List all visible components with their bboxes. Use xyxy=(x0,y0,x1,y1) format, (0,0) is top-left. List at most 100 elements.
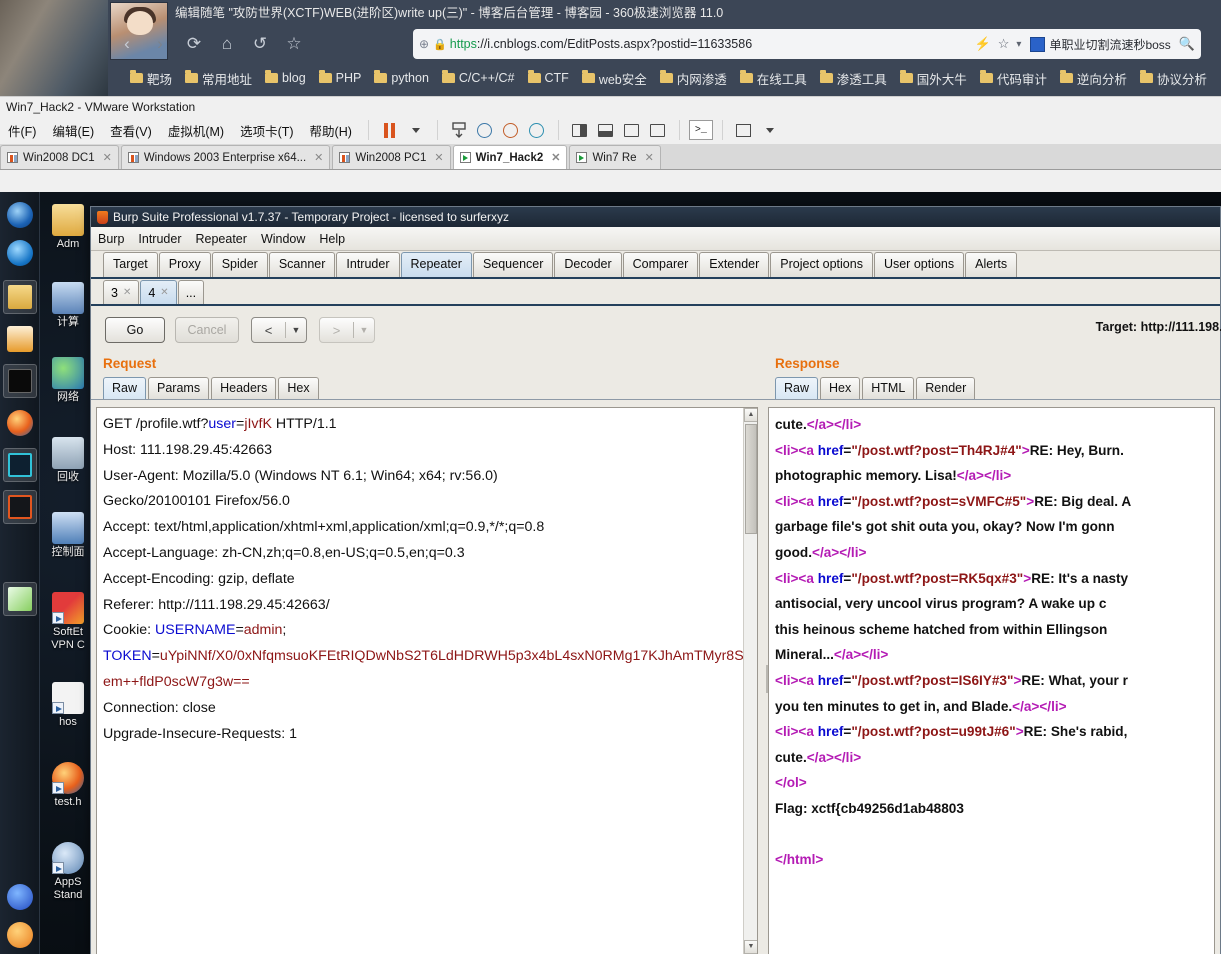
vm-tab-windows-2003[interactable]: Windows 2003 Enterprise x64... ✕ xyxy=(120,145,331,169)
repeater-tab-4[interactable]: 4 ✕ xyxy=(140,280,177,304)
show-library-icon[interactable] xyxy=(567,118,593,142)
manage-snapshots-icon[interactable] xyxy=(524,118,550,142)
command-prompt-icon[interactable] xyxy=(3,364,37,398)
menu-view[interactable]: 查看(V) xyxy=(102,121,160,140)
desktop-icon-control-panel[interactable]: 控制面 xyxy=(42,512,94,559)
chevron-down-icon[interactable]: ▼ xyxy=(286,325,306,335)
tab-comparer[interactable]: Comparer xyxy=(622,252,699,277)
tab-alerts[interactable]: Alerts xyxy=(965,252,1018,277)
menu-help[interactable]: 帮助(H) xyxy=(302,121,360,140)
snapshot-manager-icon[interactable] xyxy=(446,118,472,142)
reload-icon[interactable]: ⟳ xyxy=(180,30,208,58)
desktop-icon-softether-vpn[interactable]: SoftEt VPN C xyxy=(42,592,94,652)
tab-scanner[interactable]: Scanner xyxy=(268,252,336,277)
bookmark-item[interactable]: 协议分析 xyxy=(1139,69,1207,88)
back-icon[interactable]: ‹ xyxy=(113,30,141,58)
request-tab-hex[interactable]: Hex xyxy=(278,377,319,399)
bookmark-item[interactable]: CTF xyxy=(527,70,569,85)
request-tab-params[interactable]: Params xyxy=(148,377,210,399)
take-snapshot-icon[interactable] xyxy=(472,118,498,142)
help-icon[interactable] xyxy=(3,880,37,914)
close-icon[interactable]: ✕ xyxy=(123,282,131,304)
burp-menu-burp[interactable]: Burp xyxy=(91,232,131,246)
editplus-icon[interactable] xyxy=(3,448,37,482)
prev-request-button[interactable]: < ▼ xyxy=(251,317,307,343)
menu-tabs[interactable]: 选项卡(T) xyxy=(232,121,301,140)
menu-vm[interactable]: 虚拟机(M) xyxy=(160,121,232,140)
burp-menu-repeater[interactable]: Repeater xyxy=(189,232,254,246)
menu-edit[interactable]: 编辑(E) xyxy=(44,121,102,140)
desktop-icon-appserv[interactable]: AppS Stand xyxy=(42,842,94,902)
response-editor[interactable]: cute.</a></li> <li><a href="/post.wtf?pos… xyxy=(768,407,1215,954)
fullscreen-icon[interactable] xyxy=(731,118,757,142)
request-tab-headers[interactable]: Headers xyxy=(211,377,277,399)
response-tab-raw[interactable]: Raw xyxy=(775,377,819,399)
close-icon[interactable]: ✕ xyxy=(160,282,168,304)
tab-user-options[interactable]: User options xyxy=(873,252,965,277)
bookmark-item[interactable]: 内网渗透 xyxy=(659,69,727,88)
tab-intruder[interactable]: Intruder xyxy=(336,252,400,277)
chevron-down-icon[interactable]: ▼ xyxy=(354,325,374,335)
address-bar[interactable]: ⊕ 🔒 https://i.cnblogs.com/EditPosts.aspx… xyxy=(413,29,1201,59)
bookmark-item[interactable]: PHP xyxy=(318,70,361,85)
menu-file[interactable]: 件(F) xyxy=(0,121,44,140)
page-info-icon[interactable]: ⊕ xyxy=(419,37,429,51)
vm-tab-win2008-dc1[interactable]: Win2008 DC1 ✕ xyxy=(0,145,119,169)
vm-tab-win7-re[interactable]: Win7 Re ✕ xyxy=(569,145,661,169)
desktop-icon-administrator[interactable]: Adm xyxy=(42,204,94,251)
close-icon[interactable]: ✕ xyxy=(103,151,112,164)
request-text[interactable]: GET /profile.wtf?user=jIvfK HTTP/1.1 Host… xyxy=(97,408,757,747)
desktop-icon-recycle-bin[interactable]: 回收 xyxy=(42,437,94,484)
response-tab-hex[interactable]: Hex xyxy=(820,377,861,399)
chevron-down-icon[interactable]: ▾ xyxy=(1016,39,1021,50)
start-button[interactable] xyxy=(3,198,37,232)
multiple-monitors-icon[interactable] xyxy=(645,118,671,142)
tab-decoder[interactable]: Decoder xyxy=(554,252,622,277)
url-text[interactable]: https://i.cnblogs.com/EditPosts.aspx?pos… xyxy=(450,37,968,51)
tab-proxy[interactable]: Proxy xyxy=(158,252,211,277)
desktop-icon-test-html[interactable]: test.h xyxy=(42,762,94,809)
revert-snapshot-icon[interactable] xyxy=(498,118,524,142)
burp-suite-icon[interactable] xyxy=(3,490,37,524)
next-request-button[interactable]: > ▼ xyxy=(319,317,375,343)
tab-target[interactable]: Target xyxy=(103,252,158,277)
bookmark-item[interactable]: 渗透工具 xyxy=(819,69,887,88)
request-editor[interactable]: GET /profile.wtf?user=jIvfK HTTP/1.1 Host… xyxy=(96,407,758,954)
power-dropdown-icon[interactable] xyxy=(403,118,429,142)
favorite-icon[interactable]: ☆ xyxy=(998,36,1010,52)
close-icon[interactable]: ✕ xyxy=(434,151,443,164)
tab-sequencer[interactable]: Sequencer xyxy=(472,252,554,277)
home-icon[interactable]: ⌂ xyxy=(213,30,241,58)
internet-explorer-icon[interactable] xyxy=(3,236,37,270)
repeater-tab-new[interactable]: ... xyxy=(177,280,205,304)
request-scrollbar[interactable]: ▲ ▼ xyxy=(743,408,757,954)
burp-menu-window[interactable]: Window xyxy=(254,232,312,246)
bookmark-item[interactable]: web安全 xyxy=(581,69,647,88)
bookmark-item[interactable]: 在线工具 xyxy=(739,69,807,88)
tab-repeater[interactable]: Repeater xyxy=(400,252,472,277)
go-button[interactable]: Go xyxy=(105,317,165,343)
suspend-button[interactable] xyxy=(377,118,403,142)
scroll-down-icon[interactable]: ▼ xyxy=(744,940,757,954)
forward-icon[interactable]: › xyxy=(146,30,174,58)
bookmark-item[interactable]: 国外大牛 xyxy=(899,69,967,88)
bookmark-item[interactable]: python xyxy=(374,70,429,85)
unity-console-icon[interactable]: >_ xyxy=(688,118,714,142)
response-text[interactable]: cute.</a></li> <li><a href="/post.wtf?pos… xyxy=(769,408,1214,873)
promo-text[interactable]: 单职业切割流速秒boss xyxy=(1049,36,1170,53)
vm-tab-win7-hack2[interactable]: Win7_Hack2 ✕ xyxy=(452,145,568,169)
burp-menu-help[interactable]: Help xyxy=(312,232,352,246)
desktop-icon-hosts[interactable]: hos xyxy=(42,682,94,729)
fullscreen-dropdown-icon[interactable] xyxy=(757,118,783,142)
tab-spider[interactable]: Spider xyxy=(211,252,268,277)
scroll-thumb[interactable] xyxy=(745,424,757,534)
bookmark-item[interactable]: blog xyxy=(265,70,306,85)
show-console-view-icon[interactable] xyxy=(619,118,645,142)
desktop-icon-computer[interactable]: 计算 xyxy=(42,282,94,329)
close-icon[interactable]: ✕ xyxy=(551,151,560,164)
scroll-up-icon[interactable]: ▲ xyxy=(744,408,757,422)
burp-menu-intruder[interactable]: Intruder xyxy=(131,232,188,246)
firefox-icon[interactable] xyxy=(3,406,37,440)
bookmark-item[interactable]: C/C++/C# xyxy=(441,70,515,85)
response-tab-render[interactable]: Render xyxy=(916,377,976,399)
